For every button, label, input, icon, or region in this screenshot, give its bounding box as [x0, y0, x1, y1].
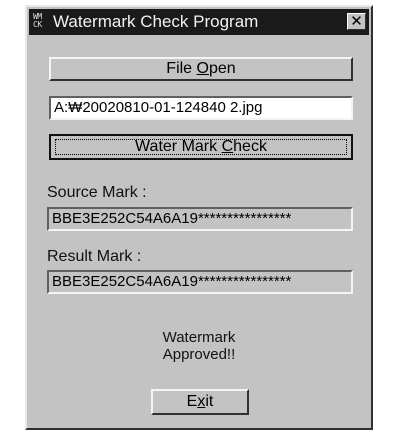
result-mark-field: BBE3E252C54A6A19**************** — [47, 270, 353, 294]
file-path-field[interactable]: A:₩20020810-01-124840 2.jpg — [49, 96, 353, 120]
focus-rectangle — [55, 139, 347, 155]
exit-button[interactable]: Exit — [151, 389, 249, 415]
result-mark-value: BBE3E252C54A6A19**************** — [52, 273, 292, 290]
status-message: Watermark Approved!! — [27, 329, 371, 363]
status-line-1: Watermark — [162, 329, 236, 346]
source-mark-value: BBE3E252C54A6A19**************** — [52, 210, 292, 227]
file-open-label: File Open — [166, 60, 236, 77]
exit-label: Exit — [186, 393, 214, 410]
status-line-2: Approved!! — [162, 346, 236, 363]
file-open-button[interactable]: File Open — [49, 57, 353, 81]
app-icon[interactable]: WM CK — [33, 13, 49, 30]
close-button[interactable]: ✕ — [347, 13, 366, 30]
water-mark-check-button[interactable]: Water Mark Check — [49, 134, 353, 160]
close-icon: ✕ — [350, 13, 363, 30]
title-bar[interactable]: WM CK Watermark Check Program ✕ — [29, 9, 369, 35]
source-mark-label: Source Mark : — [47, 184, 147, 201]
file-path-value: A:₩20020810-01-124840 2.jpg — [54, 99, 263, 116]
result-mark-label: Result Mark : — [47, 248, 142, 265]
source-mark-field: BBE3E252C54A6A19**************** — [47, 207, 353, 231]
window-title: Watermark Check Program — [53, 12, 259, 31]
watermark-check-window: WM CK Watermark Check Program ✕ File Ope… — [25, 5, 373, 430]
